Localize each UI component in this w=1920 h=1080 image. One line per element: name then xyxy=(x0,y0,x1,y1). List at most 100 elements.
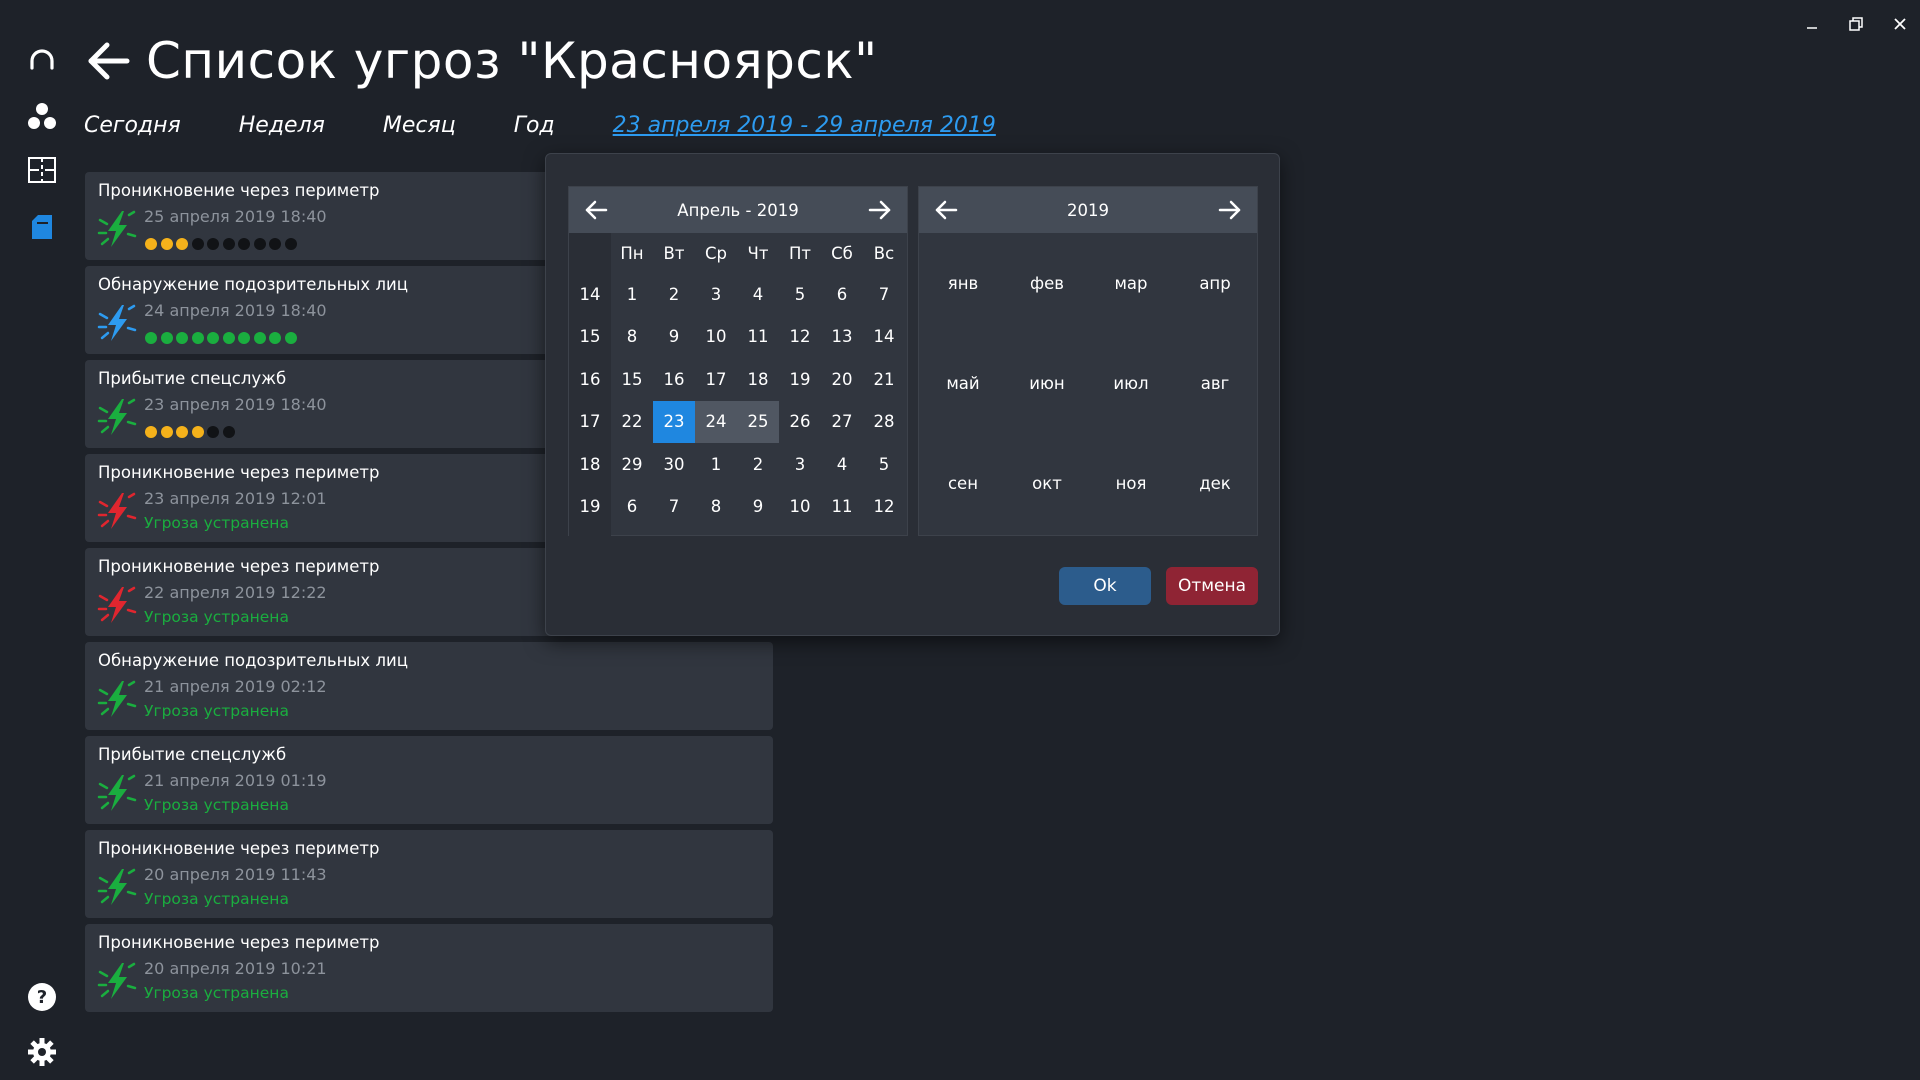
prev-year-arrow-icon[interactable] xyxy=(933,197,959,223)
back-arrow-icon[interactable] xyxy=(84,37,132,85)
month-cell[interactable]: апр xyxy=(1173,233,1257,333)
calendar-day[interactable]: 20 xyxy=(821,358,863,401)
month-cell[interactable]: янв xyxy=(921,233,1005,333)
tab-week[interactable]: Неделя xyxy=(239,113,325,138)
severity-dot xyxy=(160,332,173,344)
next-month-arrow-icon[interactable] xyxy=(867,197,893,223)
calendar-day[interactable]: 30 xyxy=(653,443,695,486)
calendar-day[interactable]: 2 xyxy=(653,273,695,316)
calendar-day[interactable]: 23 xyxy=(653,400,695,443)
severity-dot xyxy=(176,426,188,438)
calendar-day[interactable]: 17 xyxy=(695,358,737,401)
calendar-day[interactable]: 5 xyxy=(863,443,905,486)
next-year-arrow-icon[interactable] xyxy=(1217,197,1243,223)
severity-indicator xyxy=(145,238,297,250)
month-cell[interactable]: авг xyxy=(1173,333,1257,433)
calendar-day[interactable]: 1 xyxy=(695,443,737,486)
calendar-day[interactable]: 3 xyxy=(695,273,737,316)
headset-icon[interactable] xyxy=(25,44,59,78)
calendar-day[interactable]: 11 xyxy=(737,316,779,359)
month-cell[interactable]: фев xyxy=(1005,233,1089,333)
threat-date: 22 апреля 2019 12:22 xyxy=(144,583,327,602)
threat-card[interactable]: Обнаружение подозрительных лиц 21 апреля … xyxy=(85,642,773,730)
threat-card[interactable]: Проникновение через периметр 20 апреля 20… xyxy=(85,924,773,1012)
month-cell[interactable]: сен xyxy=(921,433,1005,533)
prev-month-arrow-icon[interactable] xyxy=(583,197,609,223)
calendar-day[interactable]: 29 xyxy=(611,443,653,486)
severity-dot xyxy=(207,238,219,250)
threat-status: Угроза устранена xyxy=(144,890,289,908)
month-cell[interactable]: июн xyxy=(1005,333,1089,433)
tab-today[interactable]: Сегодня xyxy=(84,113,181,138)
calendar-day[interactable]: 26 xyxy=(779,401,821,444)
month-cell[interactable]: май xyxy=(921,333,1005,433)
threat-card[interactable]: Проникновение через периметр 20 апреля 20… xyxy=(85,830,773,918)
calendar-day[interactable]: 11 xyxy=(821,486,863,529)
calendar-day[interactable]: 2 xyxy=(737,443,779,486)
calendar-day[interactable]: 10 xyxy=(779,486,821,529)
lightning-alert-icon xyxy=(97,585,137,625)
week-number: 19 xyxy=(579,497,601,517)
threat-title: Прибытие спецслужб xyxy=(98,369,287,388)
calendar-day[interactable]: 14 xyxy=(863,316,905,359)
gear-icon[interactable] xyxy=(25,1035,59,1069)
calendar-day[interactable]: 21 xyxy=(863,358,905,401)
calendar-day[interactable]: 25 xyxy=(737,400,779,443)
severity-dot xyxy=(222,332,235,344)
close-icon[interactable] xyxy=(1890,14,1910,34)
users-icon[interactable] xyxy=(25,100,59,134)
lightning-alert-icon xyxy=(97,679,137,719)
tab-date-range[interactable]: 23 апреля 2019 - 29 апреля 2019 xyxy=(613,113,996,138)
calendar-day[interactable]: 4 xyxy=(737,273,779,316)
calendar-day[interactable]: 15 xyxy=(611,358,653,401)
minimize-icon[interactable] xyxy=(1802,14,1822,34)
month-cell[interactable]: ноя xyxy=(1089,433,1173,533)
severity-dot xyxy=(191,238,204,250)
calendar-day[interactable]: 6 xyxy=(821,273,863,316)
folder-icon[interactable] xyxy=(25,210,59,244)
calendar-day[interactable]: 9 xyxy=(653,316,695,359)
week-number-header xyxy=(569,233,611,273)
ok-button[interactable]: Ok xyxy=(1059,567,1151,605)
calendar-day[interactable]: 7 xyxy=(863,273,905,316)
lightning-alert-icon xyxy=(97,209,137,249)
lightning-alert-icon xyxy=(97,867,137,907)
month-cell[interactable]: дек xyxy=(1173,433,1257,533)
calendar-day[interactable]: 6 xyxy=(611,486,653,529)
lightning-alert-icon xyxy=(97,491,137,531)
calendar-day[interactable]: 13 xyxy=(821,316,863,359)
threat-status: Угроза устранена xyxy=(144,608,289,626)
cancel-button[interactable]: Отмена xyxy=(1166,567,1258,605)
help-icon[interactable]: ? xyxy=(25,980,59,1014)
calendar-day[interactable]: 12 xyxy=(779,316,821,359)
calendar-day[interactable]: 3 xyxy=(779,443,821,486)
restore-icon[interactable] xyxy=(1846,14,1866,34)
layout-icon[interactable] xyxy=(25,153,59,187)
calendar-day[interactable]: 1 xyxy=(611,273,653,316)
month-cell[interactable]: мар xyxy=(1089,233,1173,333)
calendar-day[interactable]: 9 xyxy=(737,486,779,529)
calendar-day[interactable]: 8 xyxy=(695,486,737,529)
tab-year[interactable]: Год xyxy=(514,113,555,138)
calendar-day[interactable]: 8 xyxy=(611,316,653,359)
calendar-day[interactable]: 24 xyxy=(695,400,737,443)
calendar-day[interactable]: 4 xyxy=(821,443,863,486)
month-calendar: 2019 янв фев мар апр май июн июл авг сен окт ноя де… xyxy=(918,186,1258,536)
calendar-day[interactable]: 28 xyxy=(863,401,905,444)
calendar-day[interactable]: 7 xyxy=(653,486,695,529)
week-number: 15 xyxy=(579,327,601,347)
weekday-label: Чт xyxy=(747,243,769,263)
month-grid: янв фев мар апр май июн июл авг сен окт ноя дек xyxy=(919,233,1257,533)
month-cell[interactable]: окт xyxy=(1005,433,1089,533)
calendar-day[interactable]: 18 xyxy=(737,358,779,401)
calendar-day[interactable]: 22 xyxy=(611,401,653,444)
calendar-day[interactable]: 16 xyxy=(653,358,695,401)
calendar-day[interactable]: 12 xyxy=(863,486,905,529)
threat-card[interactable]: Прибытие спецслужб 21 апреля 2019 01:19 Уг… xyxy=(85,736,773,824)
calendar-day[interactable]: 10 xyxy=(695,316,737,359)
month-cell[interactable]: июл xyxy=(1089,333,1173,433)
calendar-day[interactable]: 5 xyxy=(779,273,821,316)
tab-month[interactable]: Месяц xyxy=(383,113,456,138)
calendar-day[interactable]: 19 xyxy=(779,358,821,401)
calendar-day[interactable]: 27 xyxy=(821,401,863,444)
